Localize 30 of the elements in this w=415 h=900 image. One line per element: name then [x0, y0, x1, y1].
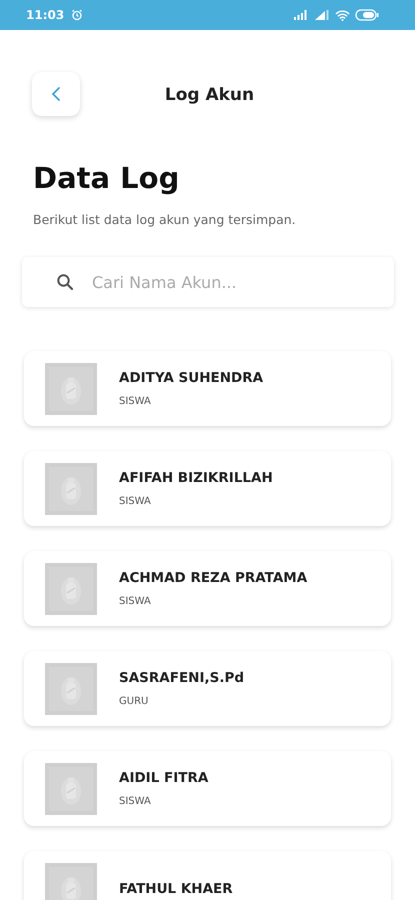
status-time: 11:03 — [26, 8, 64, 22]
account-name: ACHMAD REZA PRATAMA — [119, 570, 308, 586]
wifi-icon — [335, 10, 350, 20]
account-card[interactable]: ADITYA SUHENDRA SISWA — [24, 351, 391, 426]
search-icon — [56, 273, 74, 291]
section-description: Berikut list data log akun yang tersimpan. — [33, 212, 297, 227]
account-name: SASRAFENI,S.Pd — [119, 670, 244, 686]
chevron-left-icon — [51, 86, 61, 102]
account-role: SISWA — [119, 596, 152, 607]
account-name: ADITYA SUHENDRA — [119, 370, 264, 386]
account-name: FATHUL KHAER — [119, 880, 233, 896]
account-role: SISWA — [119, 796, 152, 807]
account-name: AIDIL FITRA — [119, 770, 208, 786]
account-name: AFIFAH BIZIKRILLAH — [119, 470, 273, 486]
account-role: SISWA — [119, 496, 152, 507]
search-field[interactable]: Cari Nama Akun... — [90, 272, 344, 292]
signal-icon — [314, 10, 330, 20]
battery-icon — [355, 9, 379, 21]
account-role: GURU — [119, 696, 150, 707]
back-button[interactable] — [32, 72, 80, 116]
account-card[interactable]: ACHMAD REZA PRATAMA SISWA — [24, 551, 391, 626]
section-heading: Data Log — [33, 160, 180, 197]
account-role: SISWA — [119, 396, 152, 407]
account-card[interactable]: AIDIL FITRA SISWA — [24, 751, 391, 826]
account-card[interactable]: AFIFAH BIZIKRILLAH SISWA — [24, 451, 391, 526]
page-title: Log Akun — [164, 85, 254, 105]
signal-icon — [293, 10, 309, 20]
account-card[interactable]: FATHUL KHAER — [24, 851, 391, 900]
account-card[interactable]: SASRAFENI,S.Pd GURU — [24, 651, 391, 726]
alarm-icon — [71, 9, 84, 21]
